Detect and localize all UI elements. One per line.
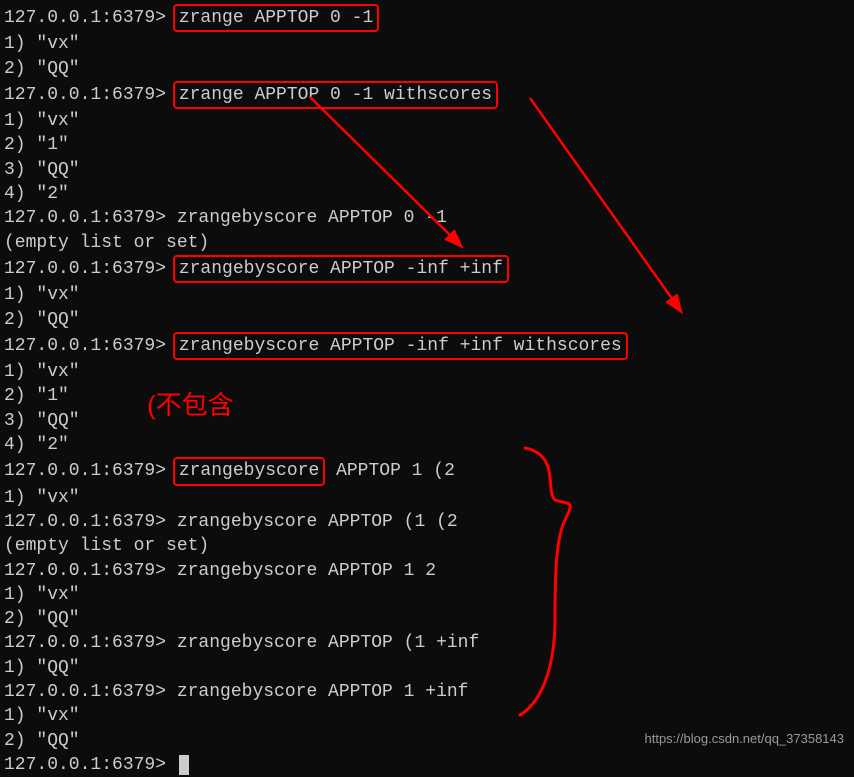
prompt: 127.0.0.1:6379> xyxy=(4,633,177,653)
terminal-output-line: 1) "vx" xyxy=(4,32,850,56)
terminal-command-line: 127.0.0.1:6379> zrangebyscore APPTOP 0 -… xyxy=(4,206,850,230)
highlighted-command: zrangebyscore APPTOP -inf +inf xyxy=(173,255,509,283)
command-text: APPTOP 1 (2 xyxy=(325,461,455,481)
terminal-output-line: 4) "2" xyxy=(4,433,850,457)
prompt: 127.0.0.1:6379> xyxy=(4,682,177,702)
terminal-output-line: (empty list or set) xyxy=(4,231,850,255)
terminal-command-line: 127.0.0.1:6379> zrangebyscore APPTOP (1 … xyxy=(4,510,850,534)
terminal-command-line: 127.0.0.1:6379> xyxy=(4,753,850,777)
terminal-output-line: 2) "1" xyxy=(4,133,850,157)
terminal-output: 127.0.0.1:6379> zrange APPTOP 0 -11) "vx… xyxy=(4,4,850,777)
terminal-output-line: 2) "QQ" xyxy=(4,607,850,631)
terminal-output-line: 3) "QQ" xyxy=(4,409,850,433)
terminal-output-line: 1) "vx" xyxy=(4,109,850,133)
highlighted-command-part: zrangebyscore xyxy=(173,457,325,485)
command-text: zrangebyscore APPTOP 1 +inf xyxy=(177,682,469,702)
prompt: 127.0.0.1:6379> xyxy=(4,259,177,279)
prompt: 127.0.0.1:6379> xyxy=(4,512,177,532)
command-text: zrangebyscore APPTOP 1 2 xyxy=(177,561,436,581)
terminal-command-line: 127.0.0.1:6379> zrange APPTOP 0 -1 xyxy=(4,4,850,32)
terminal-output-line: 3) "QQ" xyxy=(4,158,850,182)
terminal-output-line: 2) "QQ" xyxy=(4,57,850,81)
prompt: 127.0.0.1:6379> xyxy=(4,461,177,481)
terminal-command-line: 127.0.0.1:6379> zrangebyscore APPTOP -in… xyxy=(4,332,850,360)
prompt: 127.0.0.1:6379> xyxy=(4,85,177,105)
command-text: zrangebyscore APPTOP 0 -1 xyxy=(177,208,447,228)
cursor xyxy=(179,755,189,775)
highlighted-command: zrange APPTOP 0 -1 xyxy=(173,4,379,32)
prompt: 127.0.0.1:6379> xyxy=(4,208,177,228)
prompt: 127.0.0.1:6379> xyxy=(4,8,177,28)
command-text: zrangebyscore APPTOP (1 (2 xyxy=(177,512,458,532)
terminal-output-line: 1) "QQ" xyxy=(4,656,850,680)
prompt: 127.0.0.1:6379> xyxy=(4,561,177,581)
terminal-output-line: 1) "vx" xyxy=(4,283,850,307)
annotation-text: (不包含 xyxy=(147,388,234,423)
prompt: 127.0.0.1:6379> xyxy=(4,755,177,775)
watermark: https://blog.csdn.net/qq_37358143 xyxy=(645,730,845,748)
terminal-command-line: 127.0.0.1:6379> zrange APPTOP 0 -1 withs… xyxy=(4,81,850,109)
terminal-output-line: (empty list or set) xyxy=(4,534,850,558)
terminal-command-line: 127.0.0.1:6379> zrangebyscore APPTOP 1 (… xyxy=(4,457,850,485)
command-text: zrangebyscore APPTOP (1 +inf xyxy=(177,633,479,653)
prompt: 127.0.0.1:6379> xyxy=(4,336,177,356)
terminal-output-line: 1) "vx" xyxy=(4,583,850,607)
highlighted-command: zrange APPTOP 0 -1 withscores xyxy=(173,81,498,109)
terminal-output-line: 1) "vx" xyxy=(4,486,850,510)
terminal-command-line: 127.0.0.1:6379> zrangebyscore APPTOP 1 +… xyxy=(4,680,850,704)
terminal-output-line: 4) "2" xyxy=(4,182,850,206)
terminal-command-line: 127.0.0.1:6379> zrangebyscore APPTOP 1 2 xyxy=(4,559,850,583)
terminal-command-line: 127.0.0.1:6379> zrangebyscore APPTOP -in… xyxy=(4,255,850,283)
terminal-output-line: 2) "1" xyxy=(4,384,850,408)
highlighted-command: zrangebyscore APPTOP -inf +inf withscore… xyxy=(173,332,628,360)
terminal-output-line: 1) "vx" xyxy=(4,704,850,728)
terminal-output-line: 2) "QQ" xyxy=(4,308,850,332)
terminal-command-line: 127.0.0.1:6379> zrangebyscore APPTOP (1 … xyxy=(4,631,850,655)
terminal-output-line: 1) "vx" xyxy=(4,360,850,384)
